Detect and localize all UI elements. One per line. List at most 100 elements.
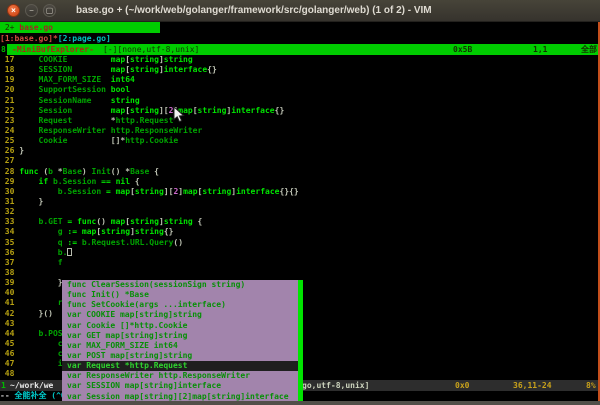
code-token: { xyxy=(193,217,203,226)
code-token: nil xyxy=(116,177,130,186)
line-number: 23 xyxy=(0,116,14,126)
code-line-22[interactable]: 22 Session map[string][2]map[string]inte… xyxy=(0,106,598,116)
code-token: b.Session xyxy=(19,187,106,196)
code-line-28[interactable]: 28func (b *Base) Init() *Base { xyxy=(0,167,598,177)
code-token: g xyxy=(19,227,67,236)
code-line-37[interactable]: 37 f xyxy=(0,258,598,268)
completion-item[interactable]: func ClearSession(sessionSign string) xyxy=(62,280,298,290)
code-line-30[interactable]: 30 b.Session = map[string][2]map[string]… xyxy=(0,187,598,197)
code-token: b.POS xyxy=(19,329,62,338)
buffer-item-page-go[interactable]: [2:page.go] xyxy=(58,34,111,43)
line-number: 26 xyxy=(0,146,14,156)
completion-item[interactable]: var MAX_FORM_SIZE int64 xyxy=(62,341,298,351)
line-number: 30 xyxy=(0,187,14,197)
code-line-33[interactable]: 33 b.GET = func() map[string]string { xyxy=(0,217,598,227)
minimize-button[interactable]: − xyxy=(25,4,38,17)
code-token: string xyxy=(130,217,159,226)
code-token: i xyxy=(19,359,62,368)
completion-item[interactable]: var COOKIE map[string]string xyxy=(62,310,298,320)
code-token: {} xyxy=(275,106,285,115)
line-number: 31 xyxy=(0,197,14,207)
code-token: map xyxy=(82,227,96,236)
code-line-34[interactable]: 34 g := map[string]string{} xyxy=(0,227,598,237)
code-line-27[interactable]: 27 xyxy=(0,156,598,166)
completion-item[interactable]: var SESSION map[string]interface xyxy=(62,381,298,391)
code-line-38[interactable]: 38 xyxy=(0,268,598,278)
close-icon: × xyxy=(11,7,16,15)
code-token: b. xyxy=(19,248,67,257)
line-number: 25 xyxy=(0,136,14,146)
maximize-button[interactable]: ▢ xyxy=(43,4,56,17)
window-title: base.go + (~/work/web/golanger/framework… xyxy=(76,5,432,16)
code-token: map xyxy=(111,106,125,115)
code-token: http.Request xyxy=(116,116,174,125)
statusline-flags: [-][none,utf-8,unix] xyxy=(103,44,199,55)
completion-item[interactable]: var ResponseWriter http.ResponseWriter xyxy=(62,371,298,381)
code-token: string xyxy=(130,55,159,64)
code-token: Cookie xyxy=(19,136,111,145)
tab-filename: base.go xyxy=(19,23,53,32)
completion-item[interactable]: func SetCookie(args ...interface) xyxy=(62,300,298,310)
statusline-scroll-pct: 全部 xyxy=(581,44,597,55)
buffer-item-base-go[interactable]: [1:base.go]* xyxy=(0,34,58,43)
code-token: string xyxy=(111,96,140,105)
line-number: 45 xyxy=(0,339,14,349)
line-number: 19 xyxy=(0,75,14,85)
line-number: 46 xyxy=(0,349,14,359)
code-token: map xyxy=(111,55,125,64)
code-token: c xyxy=(19,339,62,348)
code-token: []* xyxy=(111,136,125,145)
code-line-35[interactable]: 35 q := b.Request.URL.Query() xyxy=(0,238,598,248)
code-line-32[interactable]: 32 xyxy=(0,207,598,217)
code-token: map xyxy=(183,187,197,196)
line-number: 48 xyxy=(0,369,14,379)
line-number: 20 xyxy=(0,85,14,95)
code-line-23[interactable]: 23 Request *http.Request xyxy=(0,116,598,126)
window-bottom-grip[interactable] xyxy=(0,401,600,405)
code-line-25[interactable]: 25 Cookie []*http.Cookie xyxy=(0,136,598,146)
code-line-19[interactable]: 19 MAX_FORM_SIZE int64 xyxy=(0,75,598,85)
completion-item[interactable]: func Init() *Base xyxy=(62,290,298,300)
line-number: 34 xyxy=(0,227,14,237)
code-token: { xyxy=(130,177,140,186)
code-token: r xyxy=(19,298,62,307)
code-token: {} xyxy=(164,227,174,236)
line-number: 17 xyxy=(0,55,14,65)
code-token: COOKIE xyxy=(19,55,111,64)
code-token: } xyxy=(19,197,43,206)
code-token: SESSION xyxy=(19,65,111,74)
code-line-36[interactable]: 36 b. xyxy=(0,248,598,258)
code-line-31[interactable]: 31 } xyxy=(0,197,598,207)
code-line-29[interactable]: 29 if b.Session == nil { xyxy=(0,177,598,187)
code-token: } xyxy=(19,146,24,155)
tabline-fill xyxy=(160,22,598,33)
code-token: string xyxy=(198,106,227,115)
code-token: string xyxy=(164,55,193,64)
line-number: 47 xyxy=(0,359,14,369)
code-line-17[interactable]: 17 COOKIE map[string]string xyxy=(0,55,598,65)
popup-scrollbar[interactable] xyxy=(298,280,303,401)
statusline-cursor-pos: 1,1 xyxy=(533,44,547,55)
minimize-icon: − xyxy=(29,7,34,15)
code-line-24[interactable]: 24 ResponseWriter http.ResponseWriter xyxy=(0,126,598,136)
code-token: ) xyxy=(82,167,92,176)
line-number: 41 xyxy=(0,298,14,308)
code-token: string xyxy=(135,227,164,236)
code-line-26[interactable]: 26} xyxy=(0,146,598,156)
completion-item[interactable]: var Cookie []*http.Cookie xyxy=(62,321,298,331)
completion-item-selected[interactable]: var Request *http.Request xyxy=(62,361,298,371)
completion-item[interactable]: var Session map[string][2]map[string]int… xyxy=(62,392,298,401)
code-token: := xyxy=(67,238,77,247)
code-line-18[interactable]: 18 SESSION map[string]interface{} xyxy=(0,65,598,75)
close-button[interactable]: × xyxy=(7,4,20,17)
line-number: 40 xyxy=(0,288,14,298)
completion-item[interactable]: var GET map[string]string xyxy=(62,331,298,341)
statusline-hex-value: 0x0 xyxy=(455,380,469,391)
code-line-20[interactable]: 20 SupportSession bool xyxy=(0,85,598,95)
completion-item[interactable]: var POST map[string]string xyxy=(62,351,298,361)
code-token: string xyxy=(130,106,159,115)
text-cursor xyxy=(67,248,72,256)
code-line-21[interactable]: 21 SessionName string xyxy=(0,96,598,106)
window-titlebar[interactable]: × − ▢ base.go + (~/work/web/golanger/fra… xyxy=(0,0,600,22)
tab-current[interactable]: 2+ base.go xyxy=(0,22,160,33)
